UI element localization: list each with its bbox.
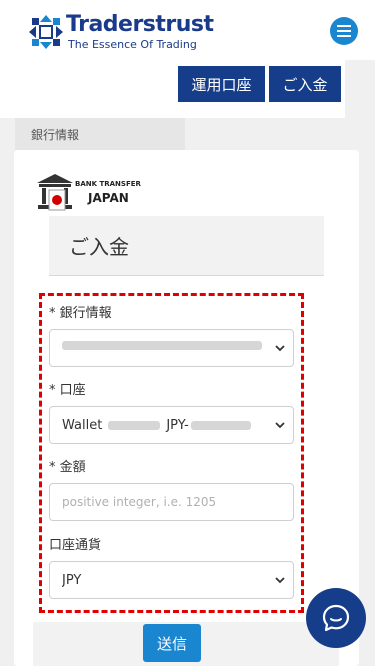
brand-logo[interactable]: Traderstrust The Essence Of Trading [28,12,214,52]
chevron-down-icon [275,345,285,352]
account-select[interactable]: Wallet JPY- [49,406,294,444]
deposit-button[interactable]: ご入金 [269,66,341,102]
chat-bubble-icon [322,604,350,632]
bank-transfer-label: BANK TRANSFER [75,180,141,188]
bank-info-select[interactable] [49,329,294,367]
chevron-down-icon [275,577,285,584]
bank-info-label: * 銀行情報 [49,306,112,321]
chat-button[interactable] [306,588,366,648]
amount-input[interactable] [49,483,294,521]
page-title-box: ご入金 [49,216,324,276]
account-label: * 口座 [49,383,86,398]
amount-label: * 金額 [49,460,86,475]
tab-bank-info[interactable]: 銀行情報 [15,118,185,150]
chevron-down-icon [275,422,285,429]
submit-button[interactable]: 送信 [143,624,201,662]
brand-tagline: The Essence Of Trading [68,38,197,51]
brand-name: Traderstrust [66,12,214,37]
nav-bar: 運用口座 ご入金 [0,60,345,118]
currency-value: JPY [62,573,82,588]
account-currency: JPY- [166,418,189,433]
account-prefix: Wallet [62,418,103,433]
header: Traderstrust The Essence Of Trading [0,0,375,60]
menu-button[interactable] [330,17,358,45]
bank-info-value [62,341,272,350]
logo-mark-icon [29,15,63,49]
trading-account-button[interactable]: 運用口座 [178,66,265,102]
hamburger-icon [337,25,351,37]
currency-label: 口座通貨 [49,538,102,553]
bank-transfer-logo: BANK TRANSFER JAPAN [35,172,145,217]
bank-icon [37,174,73,211]
bank-country-label: JAPAN [88,191,129,205]
page-title: ご入金 [69,235,129,259]
account-value: Wallet JPY- [62,418,272,433]
currency-select[interactable]: JPY [49,561,294,599]
